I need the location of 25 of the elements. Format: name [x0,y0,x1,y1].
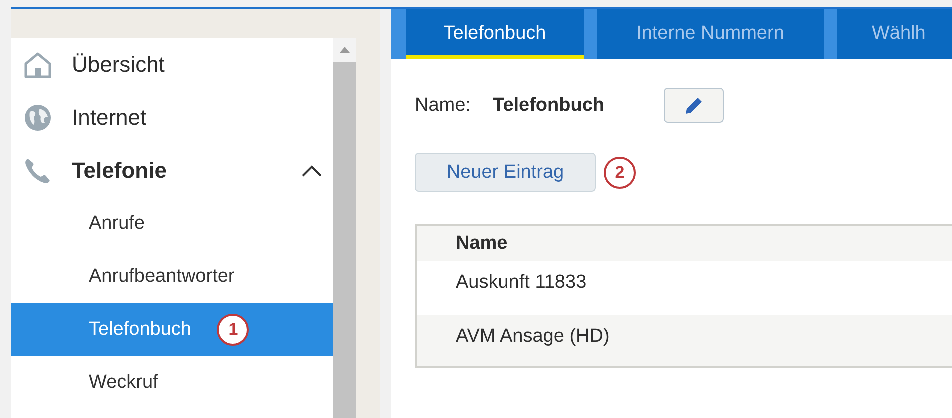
scroll-up-icon[interactable] [340,47,350,53]
chevron-up-icon[interactable] [301,164,323,176]
name-label: Name: [415,94,472,116]
home-icon [23,50,53,78]
tab[interactable]: Telefonbuch [406,9,584,59]
edit-button[interactable] [664,88,724,123]
new-entry-button[interactable]: Neuer Eintrag [415,153,596,192]
scrollbar[interactable] [333,38,356,418]
column-header[interactable]: Name [456,232,508,254]
name-value: Telefonbuch [493,94,606,116]
step-badge: 1 [217,314,250,346]
sidebar-item[interactable]: Internet [11,91,333,144]
sidebar-label: Übersicht [72,52,165,78]
sidebar-label: Internet [72,104,147,130]
sidebar-item[interactable]: Telefonie [11,144,333,197]
table-cell: Auskunft 11833 [456,272,587,294]
sidebar-subitem[interactable]: Telefonbuch 1 [11,303,333,356]
step-badge: 2 [604,156,636,188]
sidebar-item[interactable]: Übersicht [11,38,333,91]
sidebar-subitem[interactable]: Anrufbeantworter [11,250,333,303]
globe-icon [23,102,53,132]
table-cell: AVM Ansage (HD) [456,326,610,348]
sidebar-label: Telefonie [72,158,167,184]
sidebar-subitem[interactable]: Anrufe [11,197,333,250]
sidebar-subitem[interactable]: Weckruf [11,356,333,409]
